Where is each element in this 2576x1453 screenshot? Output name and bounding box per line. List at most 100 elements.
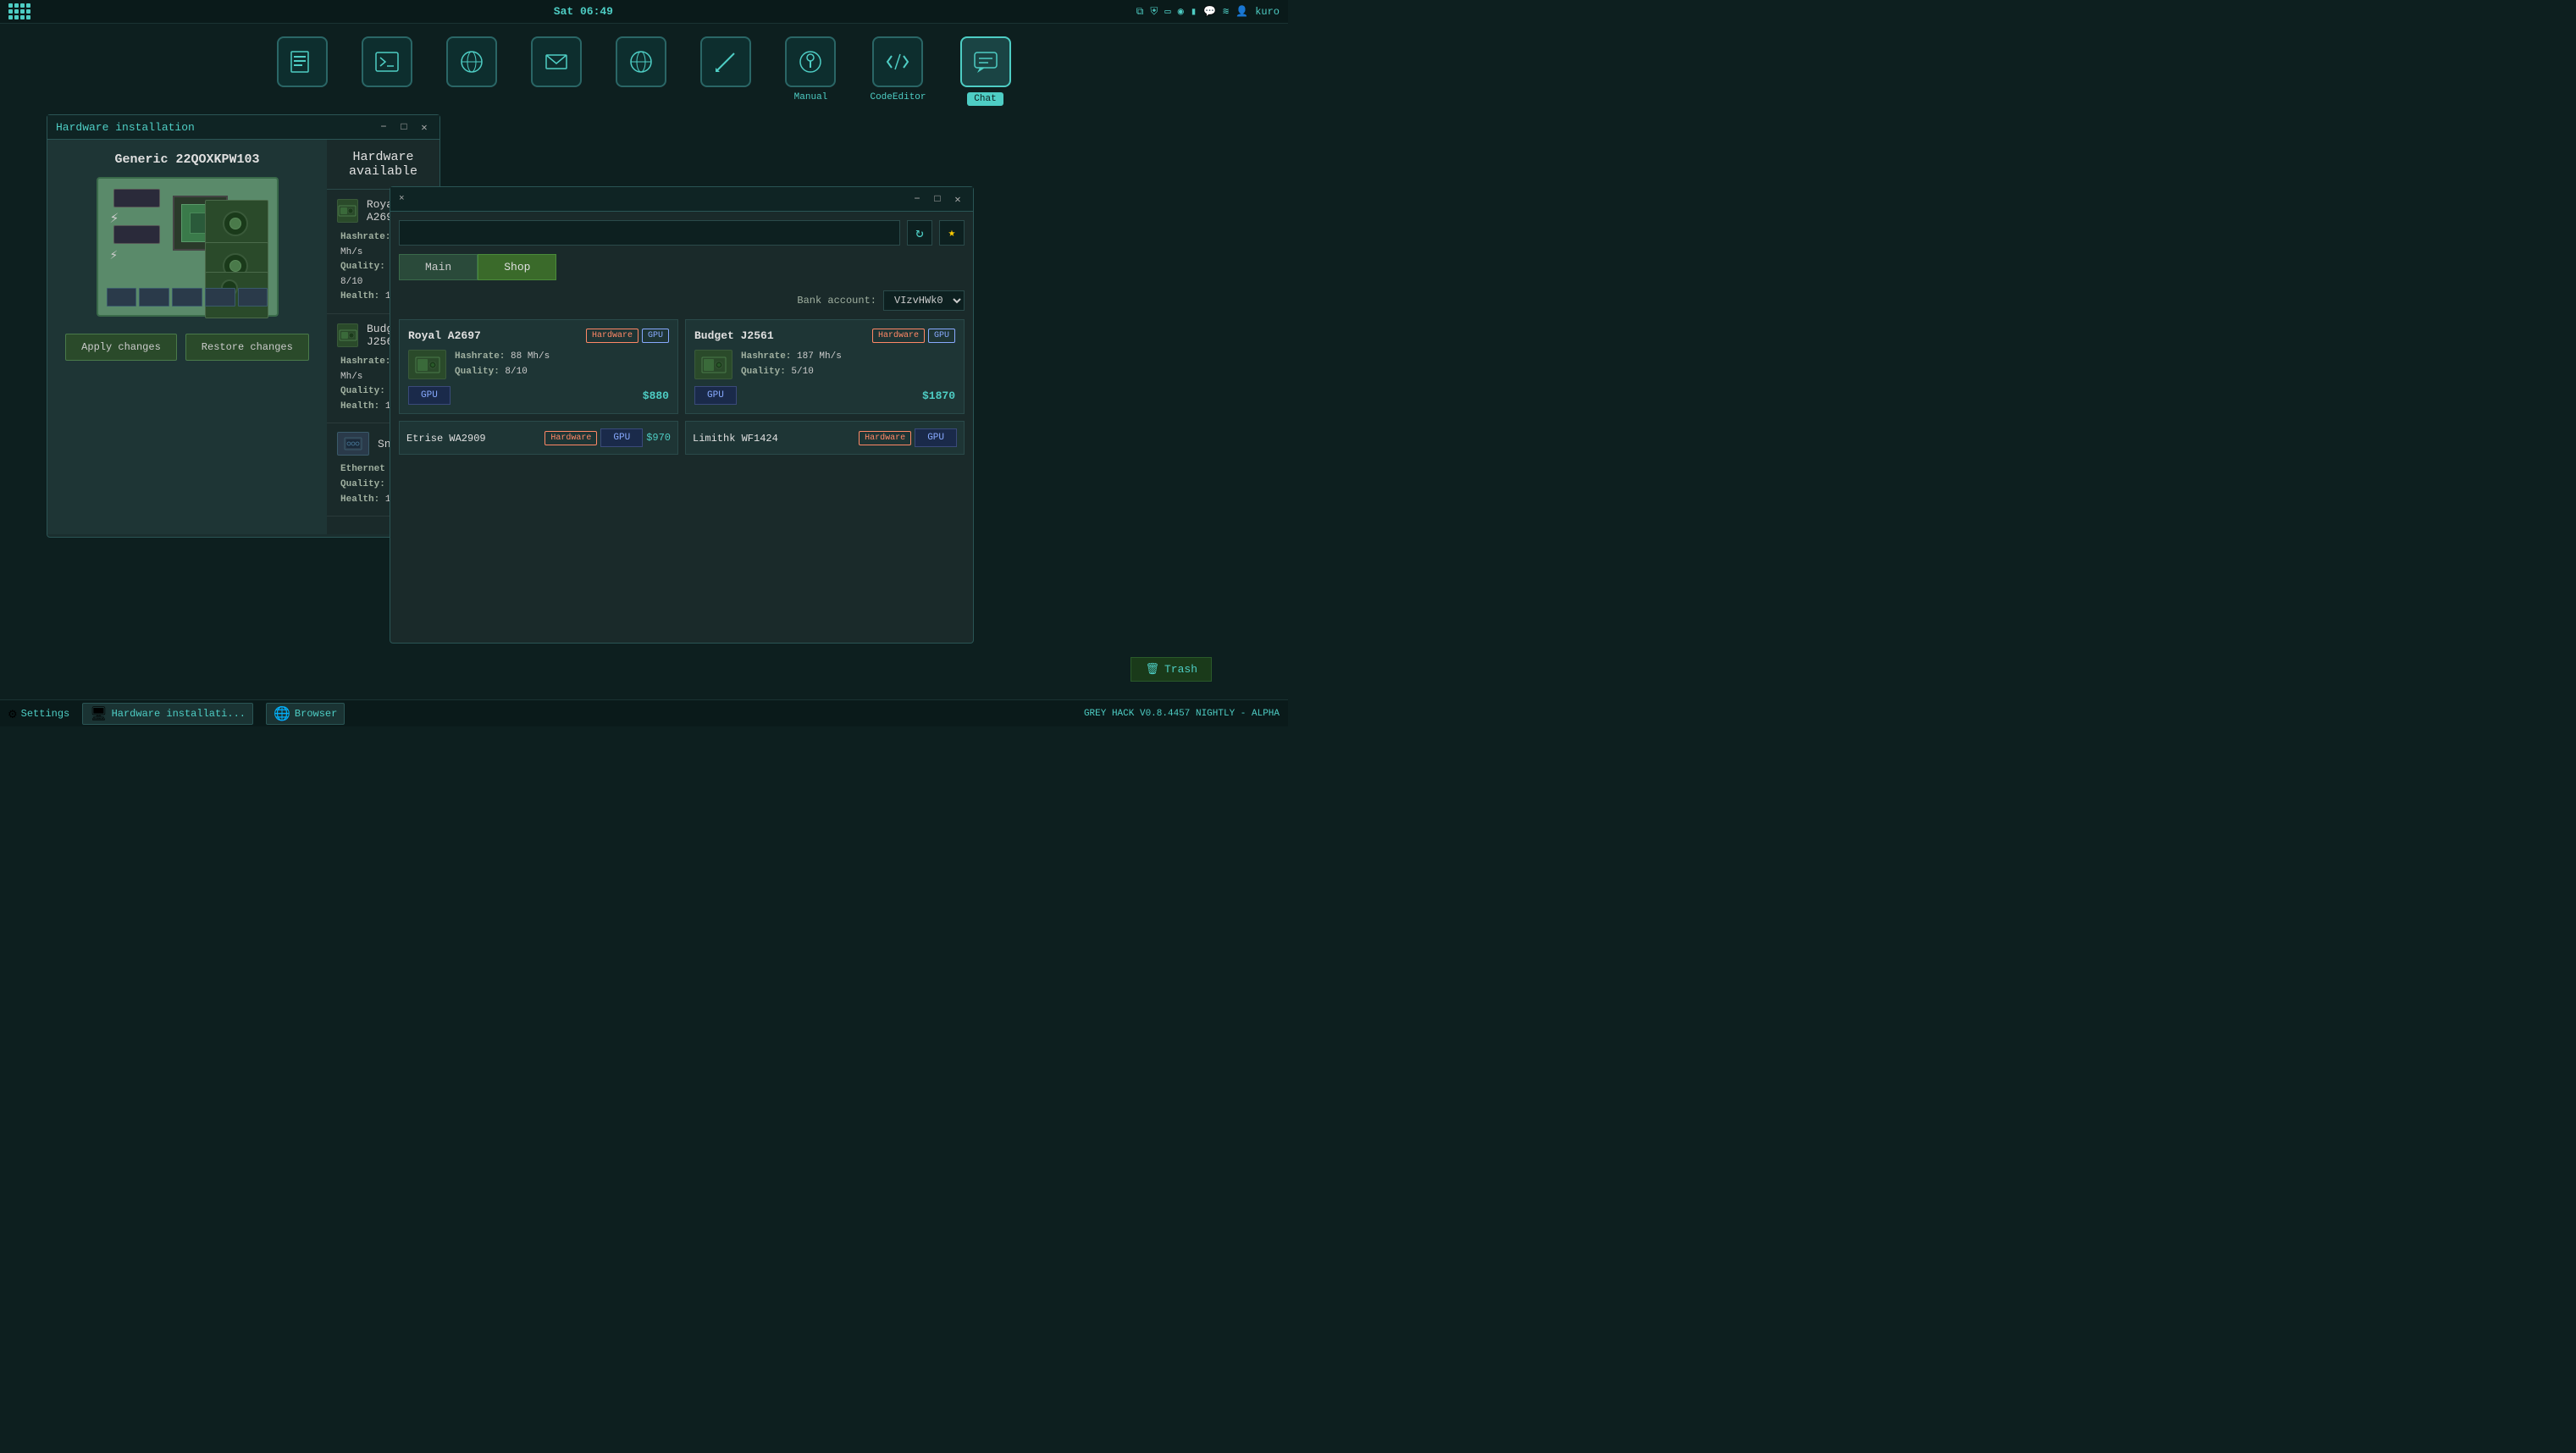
codeeditor-icon	[872, 36, 923, 87]
mail-icon	[531, 36, 582, 87]
shop-maximize-button[interactable]: □	[931, 192, 944, 206]
shop-item-header-1: Royal A2697 Hardware GPU	[408, 329, 669, 343]
desktop-app-chat[interactable]: Chat	[960, 36, 1011, 106]
taskbar-top-left	[8, 3, 30, 19]
taskbar-bottom: ⚙ Settings 🖥 Hardware installati... 🌐 Br…	[0, 699, 1288, 726]
shop-bottom-items: Etrise WA2909 Hardware GPU $970 Limithk …	[399, 421, 965, 455]
window-icon: ▭	[1164, 5, 1170, 18]
hw-action-buttons: Apply changes Restore changes	[65, 334, 309, 361]
grid-icon[interactable]	[8, 3, 30, 19]
taskbar-app-browser[interactable]: 🌐 Browser	[266, 703, 345, 725]
chat-icon: 💬	[1203, 5, 1216, 18]
shop-gpu-button-3[interactable]: GPU	[600, 428, 643, 447]
shop-item-footer-1: GPU $880	[408, 386, 669, 405]
system-tray: ⧉ ⛨ ▭ ◉ ▮ 💬 ≋ 👤 kuro	[1136, 5, 1280, 18]
desktop-icons-bar: Manual CodeEditor Chat	[0, 24, 1288, 114]
trash-label: Trash	[1164, 663, 1197, 676]
shop-item-header-2: Budget J2561 Hardware GPU	[694, 329, 955, 343]
chat-label: Chat	[967, 92, 1003, 106]
tab-main[interactable]: Main	[399, 254, 478, 280]
layers-icon: ⧉	[1136, 6, 1144, 18]
shop-item-budget-j2561: Budget J2561 Hardware GPU	[685, 319, 965, 414]
desktop-app-browser1[interactable]	[446, 36, 497, 106]
manual-label: Manual	[794, 92, 828, 102]
desktop-app-mail[interactable]	[531, 36, 582, 106]
trash-icon: 🗑	[1145, 663, 1159, 676]
hw-available-title: Hardware available	[327, 140, 439, 190]
shop-gpu-button-1[interactable]: GPU	[408, 386, 451, 405]
apply-changes-button[interactable]: Apply changes	[65, 334, 177, 361]
shop-body: ↻ ★ Main Shop Bank account: VIzvHWk0	[390, 212, 973, 463]
bank-account-select[interactable]: VIzvHWk0	[883, 290, 965, 311]
minimize-button[interactable]: −	[377, 120, 390, 134]
hw-install-window: Hardware installation − □ ✕ Generic 22QO…	[47, 114, 440, 538]
shop-refresh-button[interactable]: ↻	[907, 220, 932, 246]
desktop-app-terminal[interactable]	[362, 36, 412, 106]
shop-item-limithk: Limithk WF1424 Hardware GPU	[685, 421, 965, 455]
user-icon: 👤	[1235, 5, 1248, 18]
shop-bottom-name-2: Limithk WF1424	[693, 433, 778, 445]
taskbar-top: Sat 06:49 ⧉ ⛨ ▭ ◉ ▮ 💬 ≋ 👤 kuro	[0, 0, 1288, 24]
shop-search-input[interactable]	[399, 220, 900, 246]
shop-item-price-2: $1870	[922, 389, 955, 402]
gpu-card-1	[205, 200, 268, 246]
tag-gpu-1: GPU	[642, 329, 669, 343]
shield-icon: ⛨	[1150, 6, 1158, 18]
shop-stat-quality-1: Quality: 8/10	[455, 365, 669, 380]
ram-slot-4	[205, 288, 235, 307]
tag-gpu-2: GPU	[928, 329, 955, 343]
tag-hardware-4: Hardware	[859, 431, 911, 445]
taskbar-settings[interactable]: ⚙ Settings	[8, 705, 69, 722]
hw-install-body: Generic 22QOXKPW103 ⚡ ⚡	[47, 140, 439, 534]
pcie-slot-1	[113, 189, 160, 207]
clock: Sat 06:49	[554, 5, 613, 18]
shop-gpu-button-4[interactable]: GPU	[915, 428, 957, 447]
maximize-button[interactable]: □	[397, 120, 411, 134]
taskbar-app-hw-install[interactable]: 🖥 Hardware installati...	[82, 703, 253, 725]
manual-icon	[785, 36, 836, 87]
gpu-fan-inner-1	[229, 218, 241, 229]
shop-item-name-1: Royal A2697	[408, 329, 481, 342]
shop-item-royal-a2697: Royal A2697 Hardware GPU	[399, 319, 678, 414]
shop-bank-row: Bank account: VIzvHWk0	[399, 290, 965, 311]
shop-close-button[interactable]: ✕	[951, 192, 965, 206]
restore-changes-button[interactable]: Restore changes	[185, 334, 309, 361]
motherboard-name: Generic 22QOXKPW103	[114, 152, 259, 167]
close-button[interactable]: ✕	[417, 120, 431, 134]
hw-item-icon-1	[337, 199, 358, 223]
desktop-app-codeeditor[interactable]: CodeEditor	[870, 36, 926, 106]
username: kuro	[1255, 6, 1280, 18]
shop-stat-quality-2: Quality: 5/10	[741, 365, 955, 380]
desktop-app-browser2[interactable]	[616, 36, 666, 106]
pcie-slot-2	[113, 225, 160, 244]
hw-item-icon-3	[337, 432, 369, 456]
shop-window: × − □ ✕ ↻ ★ Main Shop Bank account: VIzv…	[390, 186, 974, 644]
battery-icon: ▮	[1191, 5, 1197, 18]
shop-item-tags-1: Hardware GPU	[586, 329, 669, 343]
shop-gpu-button-2[interactable]: GPU	[694, 386, 737, 405]
shop-bottom-item-left-1: Etrise WA2909	[406, 430, 486, 445]
desktop-app-manual[interactable]: Manual	[785, 36, 836, 106]
hw-item-icon-2	[337, 323, 358, 347]
browser-label: Browser	[295, 708, 337, 720]
browser-icon: 🌐	[274, 705, 290, 722]
ram-slot-1	[107, 288, 137, 307]
shop-close-hint: ×	[399, 194, 405, 204]
shop-stat-hashrate-1: Hashrate: 88 Mh/s	[455, 350, 669, 365]
browser2-icon	[616, 36, 666, 87]
desktop-app-files[interactable]	[277, 36, 328, 106]
settings-gear-icon: ⚙	[8, 705, 17, 722]
bank-account-label: Bank account:	[797, 295, 876, 307]
shop-favorite-button[interactable]: ★	[939, 220, 965, 246]
shop-minimize-button[interactable]: −	[910, 192, 924, 206]
desktop-app-editor[interactable]	[700, 36, 751, 106]
wifi-icon: ≋	[1223, 5, 1229, 18]
codeeditor-label: CodeEditor	[870, 92, 926, 102]
browser1-icon	[446, 36, 497, 87]
tag-hardware-3: Hardware	[544, 431, 597, 445]
shop-item-price-1: $880	[643, 389, 669, 402]
globe-icon: ◉	[1178, 5, 1184, 18]
tab-shop[interactable]: Shop	[478, 254, 556, 280]
editor-icon	[700, 36, 751, 87]
trash-button[interactable]: 🗑 Trash	[1130, 657, 1212, 682]
